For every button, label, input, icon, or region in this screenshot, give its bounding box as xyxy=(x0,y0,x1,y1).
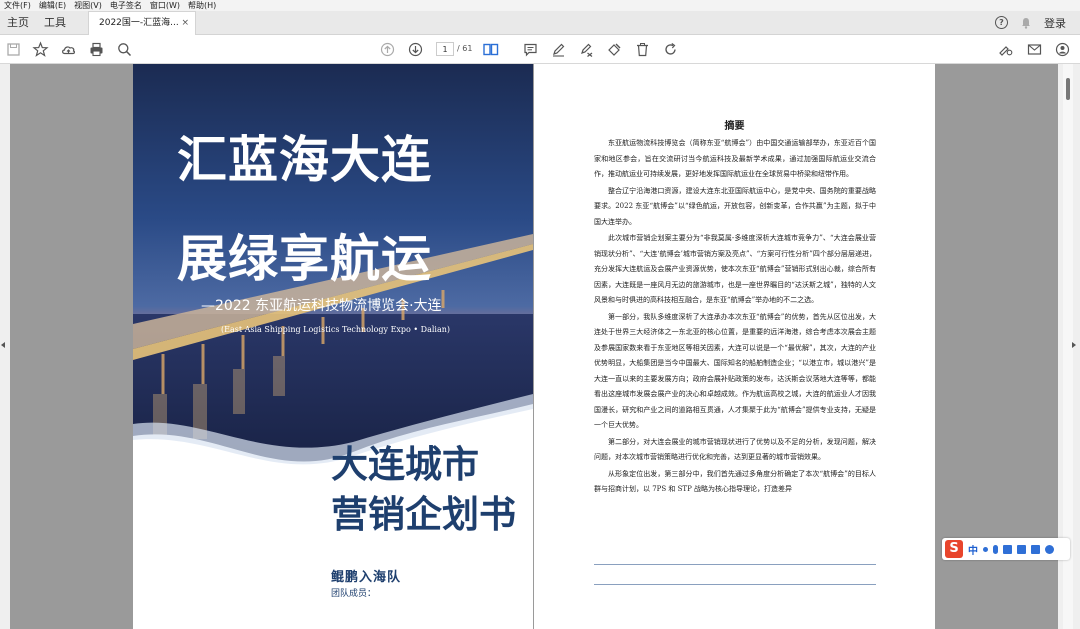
menu-bar: 文件(F) 编辑(E) 视图(V) 电子签名 窗口(W) 帮助(H) xyxy=(0,0,1080,11)
abstract-paragraph: 第二部分，对大连会展业的城市营销现状进行了优势以及不足的分析，发现问题，解决问题… xyxy=(594,437,876,462)
ime-settings-icon[interactable] xyxy=(1045,544,1054,554)
ime-language-toggle[interactable]: 中 xyxy=(968,542,978,557)
bell-icon[interactable] xyxy=(1020,17,1032,29)
abstract-paragraph: 从形象定位出发，第三部分中，我们首先通过多角度分析确定了本次“航博会”的目标人群… xyxy=(594,469,876,494)
abstract-body: 东亚航运物流科技博览会（简称东亚“航博会”）由中国交通运输部举办，东亚近百个国家… xyxy=(594,136,876,499)
share-user-icon[interactable] xyxy=(1054,41,1071,58)
ime-toolbar[interactable]: S 中 xyxy=(942,538,1070,560)
print-icon[interactable] xyxy=(88,41,105,58)
page-up-icon[interactable] xyxy=(379,41,396,58)
cover-page: 汇蓝海大连 展绿享航运 —2022 东亚航运科技物流博览会·大连 (East A… xyxy=(133,64,533,629)
tab-document-label: 2022国一-汇蓝海... xyxy=(99,18,179,28)
tab-home[interactable]: 主页 xyxy=(7,11,29,34)
two-page-view-icon[interactable] xyxy=(482,41,499,58)
page-total: / 61 xyxy=(457,44,473,53)
rotate-icon[interactable] xyxy=(662,41,679,58)
cover-title-line1: 汇蓝海大连 xyxy=(177,131,432,189)
skin-icon[interactable] xyxy=(1017,544,1026,554)
footer-rule xyxy=(594,584,876,585)
cover-team-members: 团队成员： xyxy=(331,589,377,599)
zoom-search-icon[interactable] xyxy=(116,41,133,58)
sign-icon[interactable] xyxy=(997,41,1014,58)
page-down-icon[interactable] xyxy=(407,41,424,58)
stamp-icon[interactable] xyxy=(606,41,623,58)
cover-book-title-line2: 营销企划书 xyxy=(331,493,516,536)
login-button[interactable]: 登录 xyxy=(1044,15,1066,31)
close-icon[interactable]: × xyxy=(181,12,189,34)
abstract-page: 摘要 东亚航运物流科技博览会（简称东亚“航博会”）由中国交通运输部举办，东亚近百… xyxy=(534,64,935,629)
comment-icon[interactable] xyxy=(522,41,539,58)
abstract-paragraph: 第一部分，我队多维度深析了大连承办本次东亚“航博会”的优势，首先从区位出发，大连… xyxy=(594,312,876,430)
erase-pen-icon[interactable] xyxy=(578,41,595,58)
abstract-paragraph: 整合辽宁沿海港口资源，建设大连东北亚国际航运中心，是党中央、国务院的重要战略要求… xyxy=(594,186,876,226)
punctuation-icon[interactable] xyxy=(983,546,988,552)
cloud-upload-icon[interactable] xyxy=(60,41,77,58)
star-icon[interactable] xyxy=(32,41,49,58)
cover-subtitle-english: (East Asia Shipping Logistics Technology… xyxy=(221,325,451,334)
right-panel-toggle-icon[interactable] xyxy=(1072,342,1076,348)
mail-icon[interactable] xyxy=(1026,41,1043,58)
save-icon[interactable] xyxy=(5,41,22,58)
scrollbar-thumb[interactable] xyxy=(1066,78,1070,100)
menu-edit[interactable]: 编辑(E) xyxy=(39,0,66,11)
ime-logo-icon[interactable]: S xyxy=(945,540,963,558)
tab-bar: 主页 工具 2022国一-汇蓝海... × ? 登录 xyxy=(0,11,1080,35)
keyboard-icon[interactable] xyxy=(1003,544,1012,554)
toolbox-icon[interactable] xyxy=(1031,544,1040,554)
cover-book-title-line1: 大连城市 xyxy=(331,443,479,486)
tab-tools[interactable]: 工具 xyxy=(44,11,66,34)
menu-esign[interactable]: 电子签名 xyxy=(110,0,142,11)
tab-document[interactable]: 2022国一-汇蓝海... × xyxy=(88,11,196,35)
toolbar: 1 / 61 xyxy=(0,35,1080,64)
menu-file[interactable]: 文件(F) xyxy=(4,0,31,11)
cover-team-name: 鲲鹏入海队 xyxy=(331,570,402,585)
cover-subtitle: —2022 东亚航运科技物流博览会·大连 xyxy=(201,298,442,314)
abstract-paragraph: 此次城市营销企划案主要分为“非我莫属-多维度深析大连城市竞争力”、“大连会展业营… xyxy=(594,234,876,304)
left-panel-toggle-icon[interactable] xyxy=(1,342,5,348)
menu-view[interactable]: 视图(V) xyxy=(74,0,102,11)
cover-title-line2: 展绿享航运 xyxy=(177,230,432,288)
abstract-paragraph: 东亚航运物流科技博览会（简称东亚“航博会”）由中国交通运输部举办，东亚近百个国家… xyxy=(594,139,876,178)
menu-help[interactable]: 帮助(H) xyxy=(188,0,216,11)
delete-icon[interactable] xyxy=(634,41,651,58)
header-actions: ? 登录 xyxy=(995,11,1066,34)
page-number-input[interactable]: 1 xyxy=(436,42,454,56)
footnote-rule xyxy=(594,564,876,565)
highlight-pen-icon[interactable] xyxy=(550,41,567,58)
abstract-title: 摘要 xyxy=(724,121,745,132)
menu-window[interactable]: 窗口(W) xyxy=(150,0,180,11)
help-icon[interactable]: ? xyxy=(995,16,1008,29)
microphone-icon[interactable] xyxy=(993,544,998,554)
